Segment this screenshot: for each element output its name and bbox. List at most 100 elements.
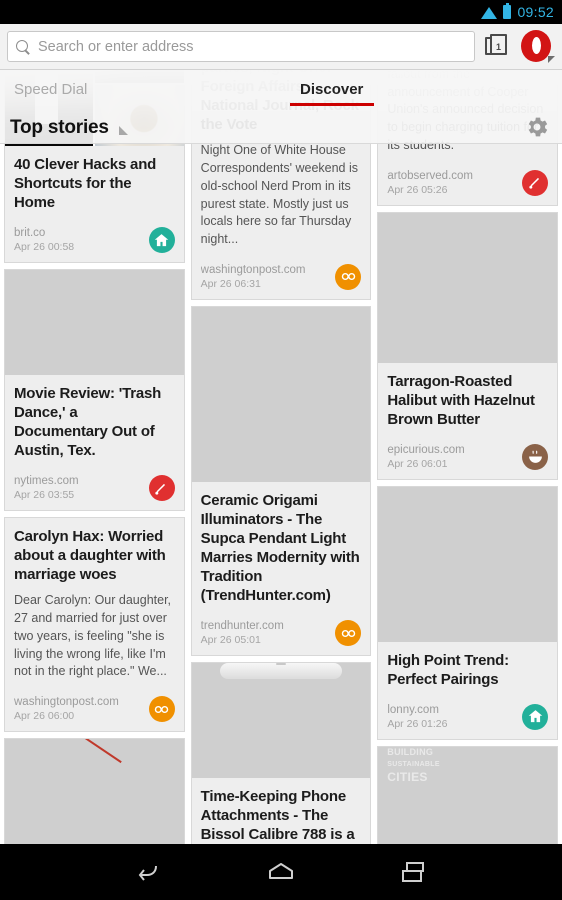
chevron-down-icon — [548, 55, 555, 63]
article-card[interactable]: Ceramic Origami Illuminators - The Supca… — [190, 305, 372, 657]
home-icon — [269, 863, 293, 879]
back-icon — [138, 865, 157, 881]
recents-icon — [402, 862, 424, 882]
article-source: washingtonpost.com — [14, 696, 119, 709]
article-meta: washingtonpost.com Apr 26 06:00 — [5, 688, 184, 731]
tab-count-label: 1 — [490, 33, 507, 55]
article-date: Apr 26 00:58 — [14, 241, 75, 254]
article-meta: trendhunter.com Apr 26 05:01 — [192, 612, 371, 655]
glasses-icon — [341, 629, 356, 637]
android-navigation-bar — [0, 844, 562, 900]
article-title: Tarragon-Roasted Halibut with Hazelnut B… — [387, 372, 535, 428]
article-body: Movie Review: 'Trash Dance,' a Documenta… — [5, 375, 184, 467]
article-thumbnail — [378, 212, 558, 363]
article-thumbnail — [5, 270, 184, 376]
feed-column-3: Announcement Leads to Walk-Out, Protests… — [377, 70, 559, 844]
article-meta: artobserved.com Apr 26 05:26 — [378, 162, 557, 205]
paintbrush-icon — [155, 483, 166, 495]
home-icon — [528, 710, 542, 723]
article-source: brit.co — [14, 227, 46, 240]
article-meta: brit.co Apr 26 00:58 — [5, 219, 184, 262]
article-card[interactable]: Movie Review: 'Trash Dance,' a Documenta… — [4, 269, 185, 512]
article-title: Ceramic Origami Illuminators - The Supca… — [200, 491, 360, 605]
feed-column-1: 40 Clever Hacks and Shortcuts for the Ho… — [4, 70, 185, 844]
status-bar-clock: 09:52 — [517, 4, 554, 20]
article-card[interactable]: BUILDING SUSTAINABLE CITIES City Room: R… — [377, 745, 559, 844]
article-date: Apr 26 03:55 — [14, 489, 75, 502]
category-badge-arts[interactable] — [148, 475, 175, 502]
discover-feed[interactable]: 40 Clever Hacks and Shortcuts for the Ho… — [0, 70, 562, 844]
category-badge-news[interactable] — [335, 263, 362, 290]
article-source: nytimes.com — [14, 475, 79, 488]
article-card[interactable]: Tarragon-Roasted Halibut with Hazelnut B… — [377, 211, 559, 480]
browser-toolbar: 1 — [0, 24, 562, 70]
discover-header: Speed Dial Discover Top stories — [0, 70, 562, 144]
article-date: Apr 26 06:01 — [387, 457, 448, 470]
article-title: 40 Clever Hacks and Shortcuts for the Ho… — [14, 156, 157, 212]
home-icon — [154, 233, 169, 246]
article-title: High Point Trend: Perfect Pairings — [387, 651, 509, 688]
feed-column-2: White House Correspondents' parties, Nig… — [190, 70, 372, 844]
category-badge-food[interactable] — [522, 443, 549, 470]
article-title: Movie Review: 'Trash Dance,' a Documenta… — [14, 385, 162, 460]
article-source: washingtonpost.com — [200, 263, 306, 276]
opera-logo-icon — [521, 29, 551, 62]
food-bowl-icon — [528, 450, 542, 464]
article-date: Apr 26 01:26 — [387, 717, 448, 730]
address-bar[interactable] — [7, 31, 475, 62]
article-title: Time-Keeping Phone Attachments - The Bis… — [200, 788, 355, 844]
category-badge-home[interactable] — [148, 227, 175, 254]
search-icon — [16, 39, 30, 54]
article-thumbnail — [191, 306, 371, 482]
battery-icon — [503, 3, 512, 19]
category-badge-arts[interactable] — [522, 169, 549, 196]
opera-menu-button[interactable] — [521, 29, 555, 64]
paintbrush-icon — [528, 177, 539, 189]
category-badge-news[interactable] — [148, 696, 175, 723]
article-meta: lonny.com Apr 26 01:26 — [378, 696, 557, 739]
tab-switcher-button[interactable]: 1 — [483, 32, 513, 62]
article-source: artobserved.com — [387, 169, 473, 182]
article-body: Ceramic Origami Illuminators - The Supca… — [192, 482, 371, 612]
article-card[interactable]: Time-Keeping Phone Attachments - The Bis… — [190, 662, 372, 844]
article-excerpt: Dear Carolyn: Our daughter, 27 and marri… — [14, 593, 172, 679]
article-card[interactable]: Carolyn Hax: Worried about a daughter wi… — [4, 517, 185, 733]
article-card[interactable] — [4, 738, 185, 844]
gear-icon[interactable] — [524, 114, 550, 140]
article-date: Apr 26 06:31 — [200, 277, 261, 290]
page-title: Top stories — [10, 117, 109, 138]
article-body: Time-Keeping Phone Attachments - The Bis… — [192, 778, 371, 844]
tab-label: Speed Dial — [14, 80, 88, 98]
chevron-down-icon[interactable] — [118, 126, 128, 135]
section-header: Top stories — [0, 108, 562, 144]
wifi-icon — [480, 6, 497, 19]
article-source: lonny.com — [387, 703, 439, 716]
category-badge-home[interactable] — [522, 703, 549, 730]
article-date: Apr 26 06:00 — [14, 710, 75, 723]
article-meta: nytimes.com Apr 26 03:55 — [5, 467, 184, 510]
home-button[interactable] — [263, 857, 299, 887]
tab-discover[interactable]: Discover — [286, 70, 377, 108]
article-source: epicurious.com — [387, 443, 465, 456]
thumbnail-caption: BUILDING SUSTAINABLE CITIES — [387, 746, 440, 784]
back-button[interactable] — [131, 857, 167, 887]
tab-speed-dial[interactable]: Speed Dial — [0, 70, 101, 108]
article-title: Carolyn Hax: Worried about a daughter wi… — [14, 528, 166, 584]
article-thumbnail: BUILDING SUSTAINABLE CITIES — [378, 746, 558, 844]
article-body: 40 Clever Hacks and Shortcuts for the Ho… — [5, 146, 184, 219]
search-input[interactable] — [38, 38, 466, 55]
article-thumbnail — [5, 739, 184, 844]
article-date: Apr 26 05:01 — [200, 634, 261, 647]
article-body: Tarragon-Roasted Halibut with Hazelnut B… — [378, 363, 557, 436]
category-badge-news[interactable] — [335, 620, 362, 647]
tab-bar: Speed Dial Discover — [0, 70, 562, 108]
article-body: High Point Trend: Perfect Pairings — [378, 642, 557, 696]
article-thumbnail — [378, 486, 558, 642]
article-thumbnail — [191, 663, 371, 779]
article-meta: washingtonpost.com Apr 26 06:31 — [192, 256, 371, 299]
article-date: Apr 26 05:26 — [387, 183, 448, 196]
recents-button[interactable] — [395, 857, 431, 887]
glasses-icon — [154, 705, 169, 713]
article-card[interactable]: High Point Trend: Perfect Pairings lonny… — [377, 485, 559, 740]
tab-label: Discover — [300, 80, 364, 98]
